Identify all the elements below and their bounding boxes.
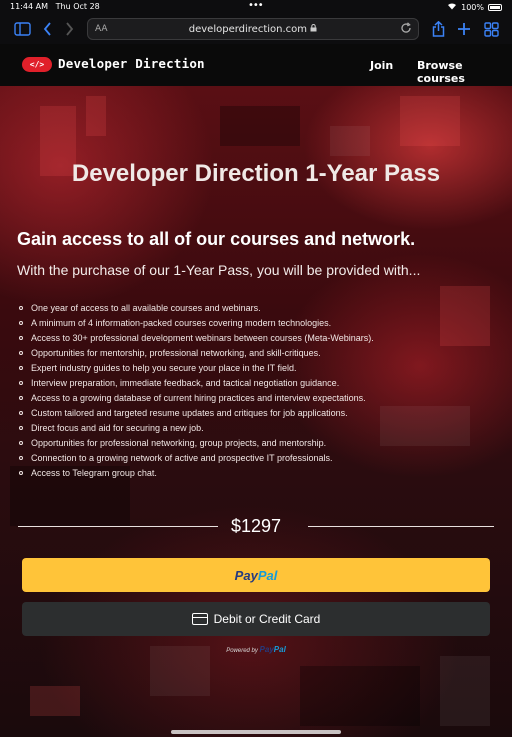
bullet-icon: [19, 426, 23, 430]
bullet-icon: [19, 441, 23, 445]
bullet-icon: [19, 366, 23, 370]
tab-overview-icon[interactable]: [482, 20, 500, 38]
bullet-icon: [19, 411, 23, 415]
list-item: A minimum of 4 information-packed course…: [17, 316, 374, 331]
bullet-icon: [19, 471, 23, 475]
bullet-icon: [19, 351, 23, 355]
multitasking-dots-icon[interactable]: •••: [248, 0, 264, 11]
reload-icon[interactable]: [400, 22, 412, 37]
nav-browse-courses-link[interactable]: Browse courses: [417, 59, 512, 85]
status-bar: 11:44 AM Thu Oct 28 ••• 100%: [0, 0, 512, 14]
price: $1297: [230, 516, 282, 536]
credit-card-icon: [191, 613, 208, 625]
paypal-logo: PayPal: [234, 567, 278, 583]
bullet-icon: [19, 381, 23, 385]
page-title: Developer Direction 1-Year Pass: [71, 160, 441, 187]
list-item: Connection to a growing network of activ…: [17, 451, 374, 466]
paypal-button[interactable]: PayPal: [22, 558, 490, 592]
list-item: Opportunities for mentorship, profession…: [17, 346, 374, 361]
new-tab-icon[interactable]: [456, 20, 472, 38]
bullet-icon: [19, 456, 23, 460]
list-item: Expert industry guides to help you secur…: [17, 361, 374, 376]
list-item: Interview preparation, immediate feedbac…: [17, 376, 374, 391]
debit-credit-card-button[interactable]: Debit or Credit Card: [22, 602, 490, 636]
battery-icon: [488, 3, 502, 11]
list-item: One year of access to all available cour…: [17, 301, 374, 316]
address-bar[interactable]: AA developerdirection.com: [87, 18, 419, 40]
browser-toolbar: AA developerdirection.com: [0, 14, 512, 44]
price-row: $1297: [18, 516, 494, 536]
url-text: developerdirection.com: [88, 24, 418, 35]
list-item: Access to 30+ professional development w…: [17, 331, 374, 346]
feature-list: One year of access to all available cour…: [17, 301, 374, 481]
nav-join-link[interactable]: Join: [370, 59, 393, 72]
list-item: Direct focus and aid for securing a new …: [17, 421, 374, 436]
bullet-icon: [19, 396, 23, 400]
lead-text: With the purchase of our 1-Year Pass, yo…: [17, 262, 421, 278]
list-item: Custom tailored and targeted resume upda…: [17, 406, 374, 421]
site-header: </> Developer Direction Join Browse cour…: [0, 44, 512, 86]
lock-icon: [310, 24, 317, 32]
bullet-icon: [19, 306, 23, 310]
status-indicators: 100%: [447, 2, 502, 12]
section-heading: Gain access to all of our courses and ne…: [17, 229, 416, 249]
list-item: Opportunities for professional networkin…: [17, 436, 374, 451]
bullet-icon: [19, 321, 23, 325]
hero-section: Developer Direction 1-Year Pass Gain acc…: [0, 86, 512, 737]
list-item: Access to Telegram group chat.: [17, 466, 374, 481]
battery-percent: 100%: [461, 2, 484, 12]
share-icon[interactable]: [430, 20, 446, 38]
logo-icon[interactable]: </>: [22, 57, 52, 72]
brand-name[interactable]: Developer Direction: [58, 56, 205, 71]
status-time: 11:44 AM Thu Oct 28: [10, 2, 100, 11]
bullet-icon: [19, 336, 23, 340]
list-item: Access to a growing database of current …: [17, 391, 374, 406]
back-icon[interactable]: [40, 20, 54, 38]
home-indicator[interactable]: [171, 730, 341, 734]
powered-by-paypal: Powered by PayPal: [226, 645, 286, 654]
card-button-label: Debit or Credit Card: [213, 612, 321, 626]
forward-icon[interactable]: [62, 20, 76, 38]
wifi-icon: [447, 2, 457, 12]
sidebar-toggle-icon[interactable]: [12, 20, 32, 38]
